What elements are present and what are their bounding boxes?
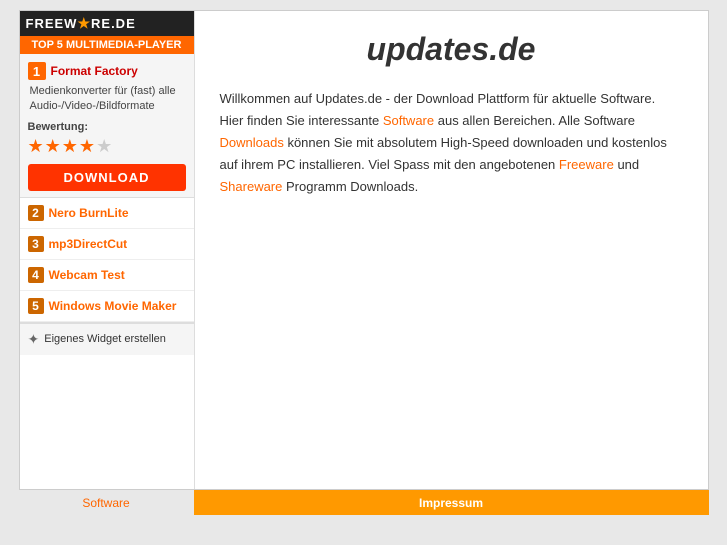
site-title: updates.de (220, 31, 683, 68)
rating-label: Bewertung: (28, 121, 186, 133)
star-rating: ★ ★ ★ ★ ★ (28, 136, 186, 157)
shareware-link[interactable]: Shareware (220, 179, 283, 194)
sidebar-top-label: TOP 5 MULTIMEDIA-PLAYER (20, 36, 194, 54)
freeware-link[interactable]: Freeware (559, 157, 614, 172)
downloads-link[interactable]: Downloads (220, 135, 284, 150)
item-num-2: 2 (28, 205, 44, 221)
widget-icon: ✦ (28, 331, 40, 348)
item-number: 1 (28, 62, 46, 80)
logo-star: ★ (77, 15, 91, 31)
sidebar-item-3[interactable]: 3 mp3DirectCut (20, 229, 194, 260)
intro-text-5: Programm Downloads. (282, 179, 418, 194)
item-num-5: 5 (28, 298, 44, 314)
item-num-4: 4 (28, 267, 44, 283)
star-3: ★ (62, 136, 78, 157)
item-description: Medienkonverter für (fast) alle Audio-/V… (28, 84, 186, 115)
footer-software-link[interactable]: Software (82, 496, 129, 510)
main-content: updates.de Willkommen auf Updates.de - d… (195, 11, 708, 489)
sidebar-item-5[interactable]: 5 Windows Movie Maker (20, 291, 194, 322)
sidebar-header: FREEW★RE.DE (20, 11, 194, 36)
freeware-logo: FREEW★RE.DE (26, 15, 136, 32)
sidebar-item-4[interactable]: 4 Webcam Test (20, 260, 194, 291)
item-title-2: Nero BurnLite (49, 206, 129, 220)
intro-paragraph: Willkommen auf Updates.de - der Download… (220, 88, 683, 198)
outer-wrapper: FREEW★RE.DE TOP 5 MULTIMEDIA-PLAYER 1 Fo… (0, 0, 727, 545)
item-title-4: Webcam Test (49, 268, 125, 282)
star-1: ★ (28, 136, 44, 157)
item-number-title: 1 Format Factory (28, 62, 186, 80)
sidebar: FREEW★RE.DE TOP 5 MULTIMEDIA-PLAYER 1 Fo… (20, 11, 195, 489)
sidebar-item-2[interactable]: 2 Nero BurnLite (20, 198, 194, 229)
item-title-5: Windows Movie Maker (49, 299, 177, 313)
footer-right: Impressum (194, 490, 709, 515)
main-container: FREEW★RE.DE TOP 5 MULTIMEDIA-PLAYER 1 Fo… (19, 10, 709, 490)
item-title: Format Factory (51, 64, 138, 78)
create-widget-label: Eigenes Widget erstellen (44, 333, 166, 345)
sidebar-featured-item: 1 Format Factory Medienkonverter für (fa… (20, 54, 194, 198)
create-widget-button[interactable]: ✦ Eigenes Widget erstellen (20, 323, 194, 355)
star-4: ★ (79, 136, 95, 157)
intro-text-4: und (614, 157, 639, 172)
intro-text-2: aus allen Bereichen. Alle Software (434, 113, 635, 128)
sidebar-other-items: 2 Nero BurnLite 3 mp3DirectCut 4 Webcam … (20, 198, 194, 323)
item-title-3: mp3DirectCut (49, 237, 128, 251)
star-2: ★ (45, 136, 61, 157)
footer: Software Impressum (19, 490, 709, 515)
footer-left: Software (19, 491, 194, 514)
item-num-3: 3 (28, 236, 44, 252)
star-5: ★ (96, 136, 112, 157)
footer-impressum-link[interactable]: Impressum (419, 496, 483, 510)
download-button[interactable]: DOWNLOAD (28, 164, 186, 191)
software-link[interactable]: Software (383, 113, 434, 128)
